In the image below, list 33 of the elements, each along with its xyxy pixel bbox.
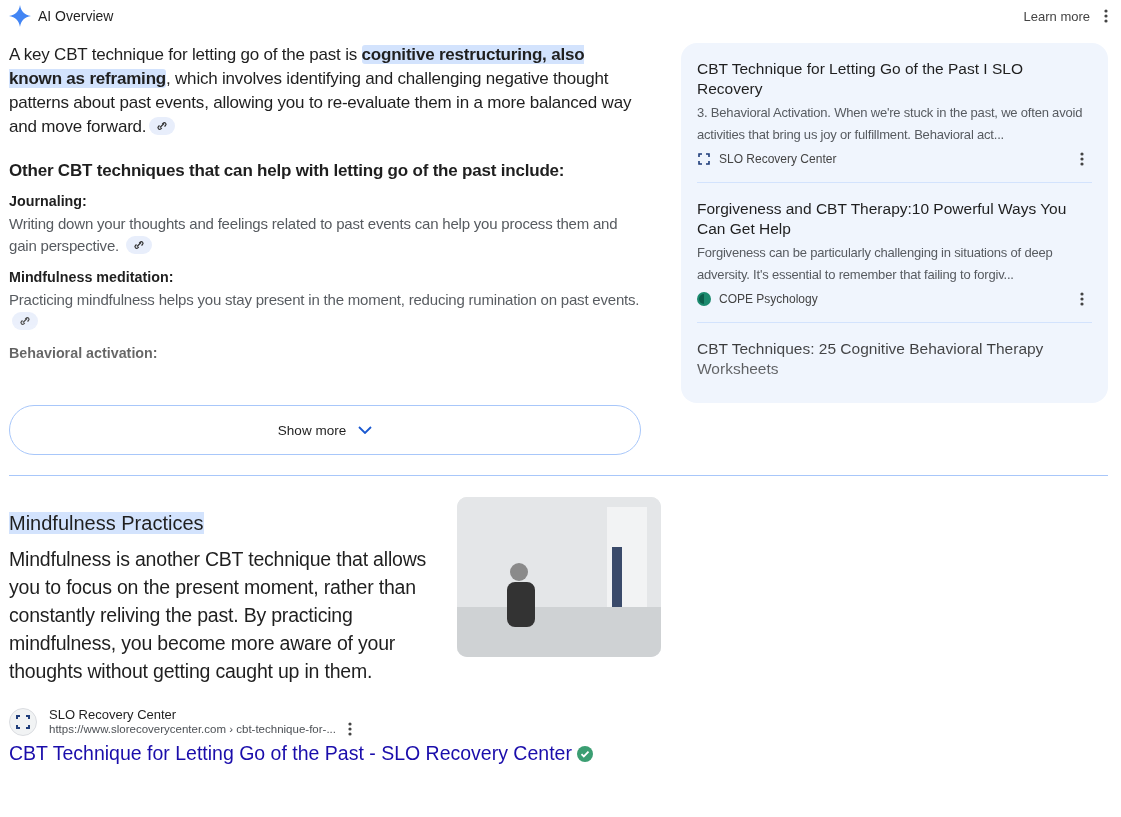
technique-title: Journaling: (9, 193, 88, 209)
brackets-logo-icon (697, 152, 711, 166)
technique-description: Writing down your thoughts and feelings related to past events can help you process them and gain perspective. (9, 214, 619, 256)
featured-paragraph: Mindfulness is another CBT technique that allows you to focus on the present moment, rather than constantly reliving the past. By practicing mindfulness, you become more aware of your thoughts without getting caught up in them. (9, 547, 428, 684)
sparkle-icon (9, 5, 31, 27)
overview-paragraph: A key CBT technique for letting go of the past is cognitive restructuring, also known as reframing, which involves identifying and challenging negative thought patterns about past events, allowing you to re-evaluate them in a more balanced way and move forward. (9, 44, 633, 138)
result-link[interactable]: CBT Technique for Letting Go of the Past - SLO Recovery Center (9, 742, 572, 765)
source-title[interactable]: CBT Technique for Letting Go of the Past I SLO Recovery (697, 59, 1092, 99)
link-icon[interactable] (125, 236, 152, 254)
section-title: AI Overview (38, 8, 114, 24)
more-options-icon[interactable] (1080, 292, 1084, 306)
subheading: Other CBT techniques that can help with letting go of the past include: (9, 161, 566, 181)
link-icon[interactable] (149, 117, 176, 135)
site-url: https://www.slorecoverycenter.com › cbt-technique-for-... (49, 723, 336, 735)
round-logo-icon (697, 292, 711, 306)
source-site: COPE Psychology (719, 292, 818, 306)
show-more-button[interactable]: Show more (9, 405, 641, 455)
featured-heading: Mindfulness Practices (9, 512, 204, 534)
source-snippet: 3. Behavioral Activation. When we're stuck in the past, we often avoid activities that bring us joy or fulfillment. Behavioral act... (697, 104, 1084, 144)
source-snippet: Forgiveness can be particularly challenging in situations of deep adversity. It's essential to remember that failing to forgiv... (697, 244, 1054, 284)
site-name: SLO Recovery Center (49, 707, 178, 722)
more-options-icon[interactable] (1080, 152, 1084, 166)
more-options-icon[interactable] (1104, 9, 1108, 23)
learn-more-link[interactable]: Learn more (1023, 8, 1090, 24)
source-site: SLO Recovery Center (719, 152, 837, 166)
link-icon[interactable] (12, 312, 38, 330)
more-options-icon[interactable] (347, 722, 352, 736)
chevron-down-icon (358, 426, 373, 434)
technique-title: Behavioral activation: (9, 345, 159, 361)
source-title[interactable]: CBT Techniques: 25 Cognitive Behavioral Therapy Worksheets (697, 339, 1092, 379)
source-title[interactable]: Forgiveness and CBT Therapy:10 Powerful Ways You Can Get Help (697, 199, 1092, 239)
technique-title: Mindfulness meditation: (9, 269, 175, 285)
brackets-logo-icon (9, 707, 37, 736)
